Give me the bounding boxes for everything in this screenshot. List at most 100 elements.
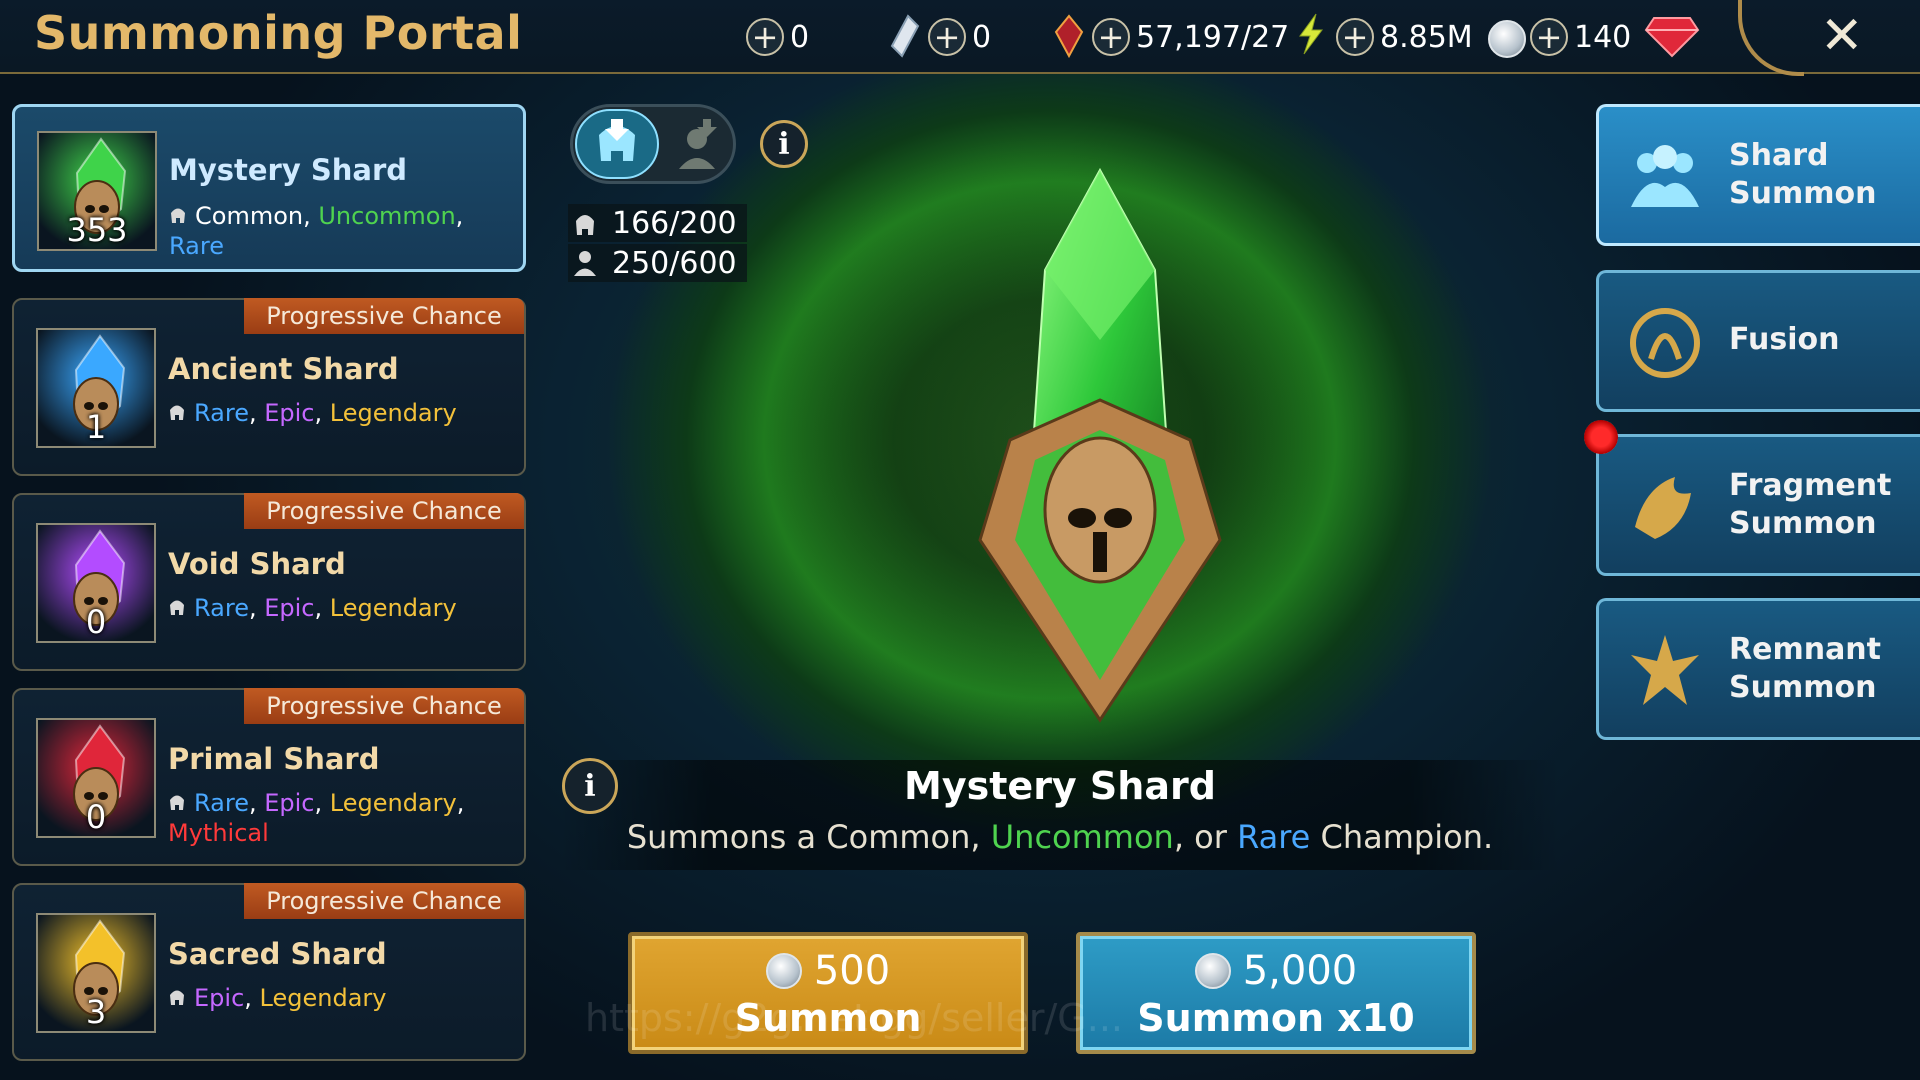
description-suffix: Champion. (1310, 818, 1494, 856)
energy-bolt-icon (1299, 13, 1323, 55)
rarity-label: Rare (194, 789, 249, 817)
champion-type-toggle[interactable] (570, 104, 736, 184)
rarity-separator: , (244, 984, 260, 1012)
shard-card[interactable]: 353 Mystery Shard Common, Uncommon, Rare (12, 104, 526, 272)
rarity-label: Legendary (329, 594, 457, 622)
resource-2: + 0 (928, 14, 991, 60)
shard-thumbnail: 0 (36, 523, 156, 643)
info-button-top[interactable]: i (760, 120, 808, 168)
watermark: https://g2g.net.gg/seller/G... (585, 996, 1123, 1040)
rarity-separator: , (455, 202, 464, 230)
rarity-label: Legendary (329, 789, 457, 817)
side-menu-fragment-summon[interactable]: Fragment Summon (1596, 434, 1920, 576)
side-menu-label: Fragment Summon (1729, 467, 1891, 543)
resource-4-value: 8.85M (1380, 19, 1473, 55)
rarity-label: Legendary (259, 984, 387, 1012)
shard-card[interactable]: Progressive Chance 0 Primal Shard Rare, Epi… (12, 688, 526, 866)
person-download-icon[interactable] (665, 115, 729, 175)
rarity-label: Epic (264, 789, 315, 817)
progressive-chance-tag: Progressive Chance (244, 883, 524, 919)
resource-2-value: 0 (972, 19, 992, 55)
progressive-chance-tag: Progressive Chance (244, 298, 524, 334)
champion-helm-icon (576, 215, 594, 235)
side-menu-fusion[interactable]: Fusion (1596, 270, 1920, 412)
rarity-label: Epic (264, 594, 315, 622)
page-title: Summoning Portal (34, 6, 523, 60)
shard-count: 0 (85, 798, 107, 836)
champion-helm-icon (170, 600, 184, 615)
shard-name: Void Shard (168, 547, 346, 581)
champion-counter: 166/200 (568, 204, 747, 242)
shard-name: Primal Shard (168, 742, 380, 776)
notification-dot (1584, 420, 1618, 454)
rarity-label: Rare (169, 232, 224, 260)
top-bar: Summoning Portal + 0 + 0 + 57,197/27 + 8… (0, 0, 1920, 76)
champion-counter-value: 166/200 (612, 205, 737, 241)
description-uncommon: Uncommon (990, 818, 1174, 856)
summon-x10-cost: 5,000 (1080, 948, 1472, 994)
champion-helm-icon (170, 405, 184, 420)
rarity-separator: , (248, 789, 265, 817)
shard-rarities: Rare, Epic, Legendary (168, 593, 508, 623)
silver-coin-icon (1488, 20, 1526, 58)
shard-rarities: Common, Uncommon, Rare (169, 201, 509, 261)
shard-count: 353 (66, 211, 128, 249)
plus-icon[interactable]: + (1336, 18, 1374, 56)
shard-thumbnail: 3 (36, 913, 156, 1033)
header-ornament (1738, 0, 1804, 76)
resource-3: + 57,197/27 (1092, 14, 1289, 60)
remnant-summon-icon (1631, 635, 1699, 705)
rarity-separator: , (314, 399, 330, 427)
plus-icon[interactable]: + (746, 18, 784, 56)
shard-count: 3 (85, 993, 107, 1031)
rarity-separator: , (456, 789, 465, 817)
resource-5-value: 140 (1574, 19, 1632, 55)
shard-card[interactable]: Progressive Chance 0 Void Shard Rare, Epic,… (12, 493, 526, 671)
shard-rarities: Rare, Epic, Legendary (168, 398, 508, 428)
side-menu-shard-summon[interactable]: Shard Summon (1596, 104, 1920, 246)
side-menu-remnant-summon[interactable]: Remnant Summon (1596, 598, 1920, 740)
progressive-chance-tag: Progressive Chance (244, 688, 524, 724)
description-prefix: Summons a Common, (626, 818, 991, 856)
summon-x10-button[interactable]: 5,000 Summon x10 (1076, 932, 1476, 1054)
summon-x10-label: Summon x10 (1137, 996, 1415, 1040)
mystery-shard-crystal (978, 167, 1222, 723)
rarity-label: Rare (194, 399, 249, 427)
shard-card[interactable]: Progressive Chance 3 Sacred Shard Epic, Leg… (12, 883, 526, 1061)
shard-name: Mystery Shard (169, 153, 408, 187)
plus-icon[interactable]: + (928, 18, 966, 56)
side-menu-label-line1: Fragment (1729, 468, 1892, 503)
rarity-separator: , (314, 789, 330, 817)
rarity-label: Mythical (168, 819, 269, 847)
shard-card[interactable]: Progressive Chance 1 Ancient Shard Rare, Ep… (12, 298, 526, 476)
summon-cost-value: 500 (813, 948, 891, 994)
summon-cost: 500 (632, 948, 1024, 994)
champion-helm-icon (170, 990, 184, 1005)
champion-helm-icon (170, 795, 184, 810)
resource-4: + 8.85M (1336, 14, 1473, 60)
rarity-label: Epic (264, 399, 315, 427)
champion-toggle-on[interactable] (575, 109, 659, 179)
side-menu-label-line1: Shard (1729, 138, 1829, 173)
side-menu-label: Fusion (1729, 321, 1839, 359)
side-menu-label-line2: Summon (1729, 176, 1877, 211)
champion-helm-icon (599, 119, 635, 161)
shard-count: 0 (85, 603, 107, 641)
description-middle: , or (1173, 818, 1238, 856)
resource-3-value: 57,197/27 (1136, 19, 1290, 55)
shard-thumbnail: 353 (37, 131, 157, 251)
description-title: Mystery Shard (904, 764, 1216, 808)
resource-1: + 0 (746, 14, 809, 60)
shard-name: Ancient Shard (168, 352, 399, 386)
shard-thumbnail: 1 (36, 328, 156, 448)
plus-icon[interactable]: + (1092, 18, 1130, 56)
plus-icon[interactable]: + (1530, 18, 1568, 56)
shard-rarities: Epic, Legendary (168, 983, 508, 1013)
summon-x10-cost-value: 5,000 (1242, 948, 1358, 994)
side-menu-label-line2: Summon (1729, 506, 1877, 541)
side-menu-label-line1: Fusion (1729, 322, 1840, 357)
storage-counter: 250/600 (568, 244, 747, 282)
champion-helm-icon (171, 208, 185, 223)
close-icon[interactable]: ✕ (1820, 6, 1864, 66)
shard-summon-icon (1631, 145, 1699, 207)
